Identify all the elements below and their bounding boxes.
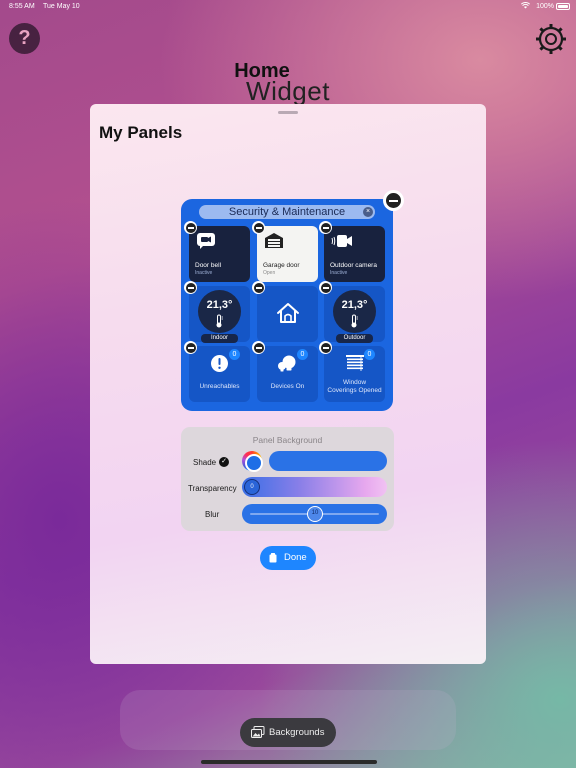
thermometer-icon: [351, 314, 358, 328]
remove-tile-button[interactable]: [319, 281, 332, 294]
done-button-label: Done: [284, 552, 307, 563]
tile-label: Unreachables: [199, 383, 240, 390]
transparency-slider-thumb[interactable]: 0: [244, 479, 260, 495]
blur-slider[interactable]: 10: [242, 504, 387, 524]
tile-label: Garage door: [263, 262, 300, 269]
camera-icon: [331, 235, 352, 247]
blur-label: Blur: [205, 510, 220, 519]
garage-icon: [265, 233, 283, 248]
tile-indoor-temperature[interactable]: 21,3° Indoor: [184, 281, 250, 343]
backgrounds-button[interactable]: Backgrounds: [240, 718, 336, 747]
photos-icon: [251, 726, 265, 738]
tile-unreachables[interactable]: 0 Unreachables: [184, 341, 250, 402]
tile-outdoor-temperature[interactable]: 21,3° Outdoor: [319, 281, 385, 343]
battery-icon: [556, 3, 570, 10]
my-panels-sheet: My Panels Security & Maintenance × Door …: [90, 104, 486, 664]
tile-label-line2: Coverings Opened: [327, 387, 382, 394]
count-badge: 0: [297, 349, 308, 360]
remove-tile-button[interactable]: [184, 281, 197, 294]
backgrounds-button-label: Backgrounds: [269, 727, 325, 738]
remove-tile-button[interactable]: [252, 341, 265, 354]
tile-status: Inactive: [195, 270, 213, 276]
tile-home[interactable]: [252, 281, 318, 342]
settings-button[interactable]: [534, 22, 568, 56]
panel-title-field[interactable]: Security & Maintenance ×: [199, 205, 375, 219]
blur-slider-thumb[interactable]: 10: [307, 506, 323, 522]
video-doorbell-icon: [197, 233, 215, 249]
shade-color-swatch[interactable]: [269, 451, 387, 471]
gear-icon: [536, 24, 566, 54]
status-bar: 8:55 AM Tue May 10 100%: [0, 0, 576, 14]
remove-panel-button[interactable]: [383, 190, 404, 211]
sheet-title: My Panels: [99, 123, 183, 142]
home-indicator[interactable]: [201, 760, 377, 764]
tile-garage-door[interactable]: Garage door Open: [252, 221, 318, 282]
tile-status: Open: [263, 270, 276, 276]
document-icon: [269, 553, 277, 563]
checkmark-icon[interactable]: ✓: [219, 457, 229, 467]
help-button[interactable]: ?: [9, 23, 40, 54]
warning-icon: [211, 355, 228, 372]
security-maintenance-panel[interactable]: Security & Maintenance × Door bell Inact…: [181, 190, 404, 411]
panel-title-text: Security & Maintenance: [228, 206, 346, 218]
tile-window-coverings[interactable]: 0 Window Coverings Opened: [319, 341, 385, 402]
tile-label: Door bell: [195, 262, 222, 269]
panel-background-settings: Panel Background Shade ✓ Transparency 0 …: [181, 427, 394, 531]
tile-label: Devices On: [270, 383, 305, 390]
status-date: Tue May 10: [43, 3, 80, 10]
remove-tile-button[interactable]: [252, 281, 265, 294]
temperature-label: Indoor: [201, 334, 238, 343]
tile-door-bell[interactable]: Door bell Inactive: [184, 221, 250, 282]
temperature-label: Outdoor: [336, 334, 373, 343]
app-title-widget: Widget: [246, 76, 330, 106]
temperature-value: 21,3°: [206, 299, 233, 311]
blinds-icon: [346, 355, 364, 371]
count-badge: 0: [364, 349, 375, 360]
transparency-label: Transparency: [188, 484, 237, 493]
color-wheel-icon[interactable]: [242, 451, 263, 472]
sheet-grabber[interactable]: [278, 111, 298, 114]
shade-label: Shade: [193, 458, 217, 467]
house-icon: [277, 303, 299, 323]
lightbulb-icon: [278, 355, 296, 372]
temperature-dial: 21,3°: [333, 290, 376, 333]
wifi-icon: [520, 2, 531, 11]
tile-devices-on[interactable]: 0 Devices On: [252, 341, 318, 402]
tile-outdoor-camera[interactable]: Outdoor camera Inactive: [319, 221, 385, 282]
thermometer-icon: [216, 314, 223, 328]
tile-label: Outdoor camera: [330, 262, 377, 269]
transparency-slider[interactable]: 0: [242, 477, 387, 497]
remove-tile-button[interactable]: [319, 341, 332, 354]
tile-status: Inactive: [330, 270, 348, 276]
clear-title-icon[interactable]: ×: [363, 207, 373, 217]
count-badge: 0: [229, 349, 240, 360]
panel-background-title: Panel Background: [252, 435, 323, 445]
temperature-value: 21,3°: [341, 299, 368, 311]
status-time: 8:55 AM: [9, 3, 35, 10]
remove-tile-button[interactable]: [184, 341, 197, 354]
tile-label-line1: Window: [342, 379, 367, 386]
temperature-dial: 21,3°: [198, 290, 241, 333]
done-button[interactable]: Done: [260, 546, 316, 570]
battery-percent: 100%: [536, 3, 554, 10]
